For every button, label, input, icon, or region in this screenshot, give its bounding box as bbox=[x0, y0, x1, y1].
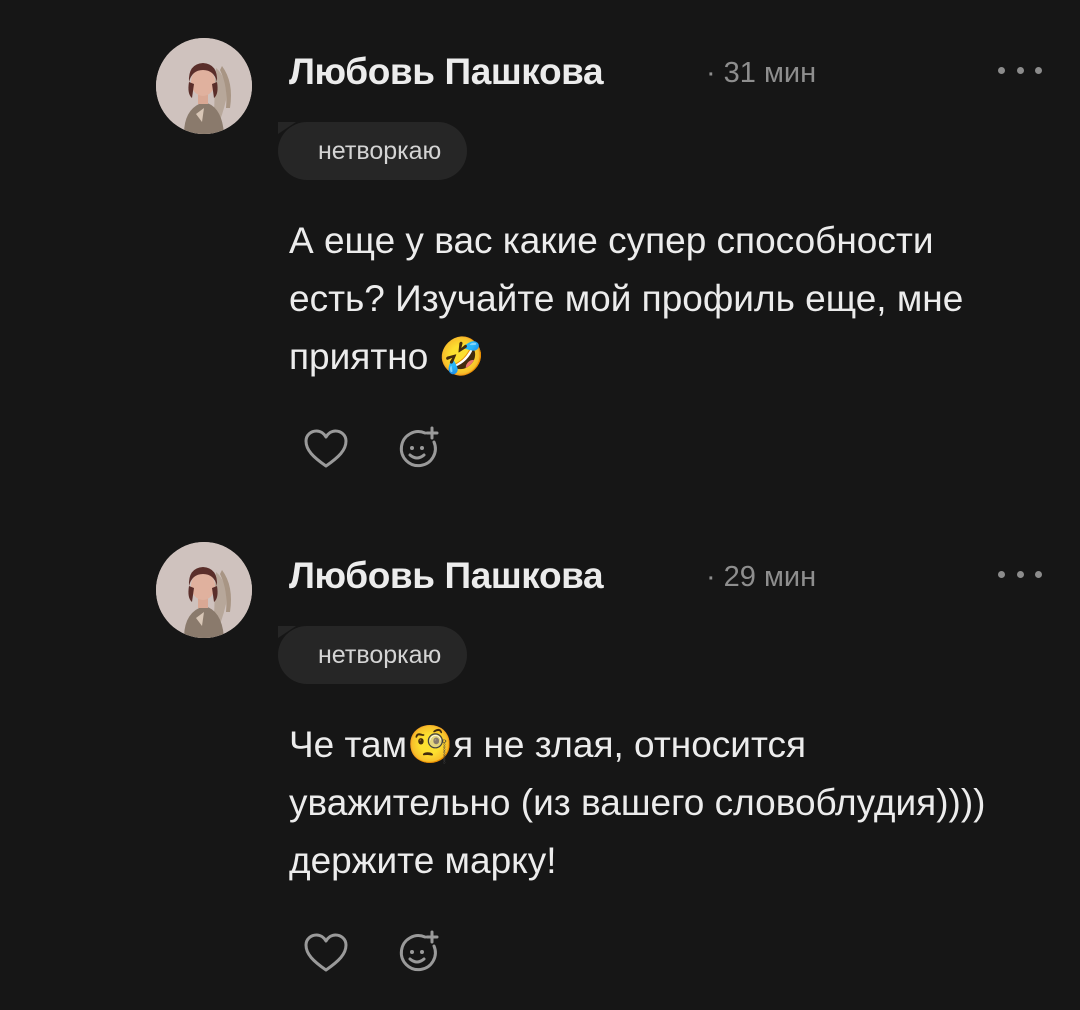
heart-icon bbox=[304, 933, 348, 972]
comment-actions bbox=[302, 426, 442, 472]
meta-separator: · bbox=[706, 561, 716, 593]
author-name[interactable]: Любовь Пашкова bbox=[289, 554, 604, 598]
timestamp: 31 мин bbox=[723, 57, 817, 89]
like-button[interactable] bbox=[302, 930, 350, 976]
comment: Любовь Пашкова · 31 мин нетворкаю А еще у… bbox=[0, 0, 1080, 468]
more-dots-icon[interactable] bbox=[998, 56, 1042, 84]
timestamp: 29 мин bbox=[723, 561, 817, 593]
avatar-image bbox=[156, 38, 252, 134]
comment-text: А еще у вас какие супер способности есть… bbox=[289, 220, 964, 377]
avatar[interactable] bbox=[156, 542, 252, 638]
react-button[interactable] bbox=[394, 930, 442, 976]
comment-meta: · 31 мин bbox=[706, 55, 816, 91]
heart-icon bbox=[304, 429, 348, 468]
emoji-add-icon bbox=[399, 426, 439, 468]
comment: Любовь Пашкова · 29 мин нетворкаю Че там🧐… bbox=[0, 504, 1080, 972]
comment-meta: · 29 мин bbox=[706, 559, 816, 595]
avatar-image bbox=[156, 542, 252, 638]
emoji-add-icon bbox=[399, 930, 439, 972]
react-button[interactable] bbox=[394, 426, 442, 472]
comment-list: Любовь Пашкова · 31 мин нетворкаю А еще у… bbox=[0, 0, 1080, 1010]
author-name[interactable]: Любовь Пашкова bbox=[289, 50, 604, 94]
more-dots-icon[interactable] bbox=[998, 560, 1042, 588]
status-tag: нетворкаю bbox=[278, 626, 468, 684]
status-tag: нетворкаю bbox=[278, 122, 468, 180]
comment-actions bbox=[302, 930, 442, 976]
like-button[interactable] bbox=[302, 426, 350, 472]
comment-text: Че там🧐я не злая, относится уважительно … bbox=[289, 724, 986, 881]
avatar[interactable] bbox=[156, 38, 252, 134]
meta-separator: · bbox=[706, 57, 716, 89]
